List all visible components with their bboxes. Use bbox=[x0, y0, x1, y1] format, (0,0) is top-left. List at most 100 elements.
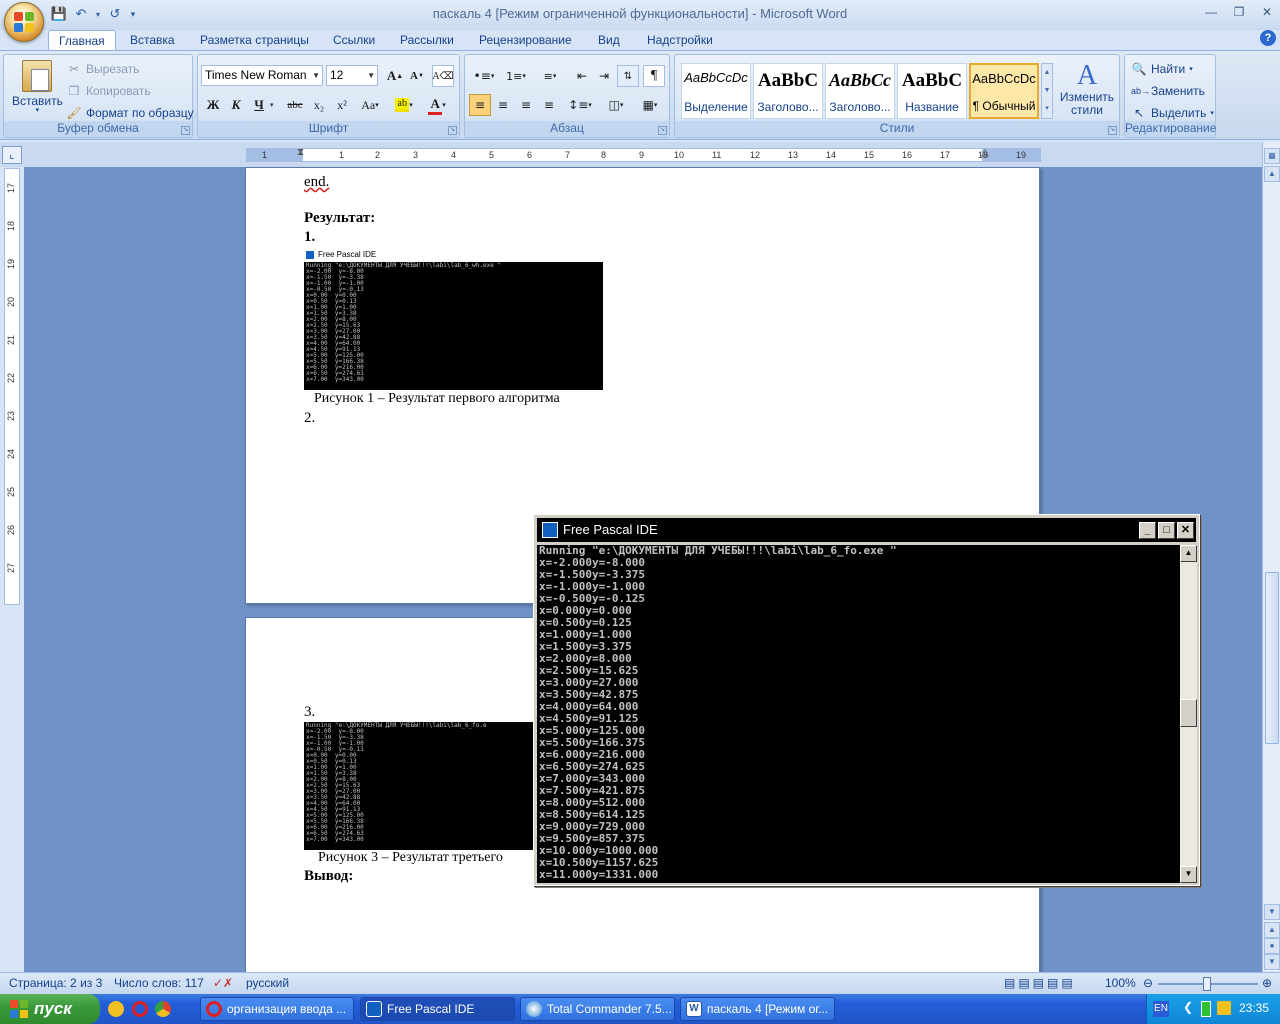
change-styles-button[interactable]: A Изменить стили bbox=[1057, 61, 1117, 117]
paragraph-launcher-icon[interactable]: ↘ bbox=[658, 126, 667, 135]
align-left-button[interactable]: ≡ bbox=[469, 94, 491, 116]
fp-scroll-up-button[interactable]: ▲ bbox=[1180, 545, 1197, 562]
cut-button[interactable]: ✂ Вырезать bbox=[66, 61, 139, 77]
style-title[interactable]: AaBbC Название bbox=[897, 63, 967, 119]
prev-page-button[interactable]: ▲ bbox=[1264, 922, 1280, 938]
tab-home[interactable]: Главная bbox=[48, 30, 116, 51]
word-count[interactable]: Число слов: 117 bbox=[114, 976, 204, 990]
decrease-indent-button[interactable]: ⇤ bbox=[571, 65, 593, 87]
tray-expand-icon[interactable]: ❮ bbox=[1183, 1000, 1193, 1014]
bold-button[interactable]: Ж bbox=[202, 94, 224, 116]
tab-review[interactable]: Рецензирование bbox=[469, 30, 582, 50]
office-button[interactable] bbox=[4, 2, 44, 42]
fp-console[interactable]: Running "e:\ДОКУМЕНТЫ ДЛЯ УЧЕБЫ!!!\labi\… bbox=[537, 545, 1180, 883]
scroll-down-button[interactable]: ▼ bbox=[1264, 904, 1280, 920]
align-right-button[interactable]: ≡ bbox=[515, 94, 537, 116]
font-color-button[interactable]: A ▾ bbox=[422, 94, 452, 116]
zoom-out-icon[interactable]: ⊖ bbox=[1143, 976, 1153, 990]
font-size-combo[interactable]: 12 ▼ bbox=[326, 65, 378, 86]
find-button[interactable]: 🔍 Найти ▾ bbox=[1131, 61, 1193, 77]
fp-scrollbar[interactable]: ▲ ▼ bbox=[1180, 545, 1197, 883]
multilevel-list-button[interactable]: ≡ ▾ bbox=[535, 65, 565, 87]
zoom-slider-thumb[interactable] bbox=[1203, 977, 1211, 991]
fp-maximize-button[interactable]: □ bbox=[1158, 522, 1175, 539]
show-marks-button[interactable]: ¶ bbox=[643, 65, 665, 87]
line-spacing-button[interactable]: ↕≡ ▾ bbox=[565, 94, 595, 116]
underline-button[interactable]: Ч bbox=[248, 94, 270, 116]
zoom-level[interactable]: 100% bbox=[1105, 976, 1136, 990]
select-button[interactable]: ↖ Выделить ▾ bbox=[1131, 105, 1214, 121]
align-center-button[interactable]: ≡ bbox=[492, 94, 514, 116]
tab-addins[interactable]: Надстройки bbox=[637, 30, 723, 50]
copy-button[interactable]: ❐ Копировать bbox=[66, 83, 151, 99]
free-pascal-window[interactable]: Free Pascal IDE _ □ ✕ Running "e:\ДОКУМЕ… bbox=[533, 514, 1200, 886]
task-browser[interactable]: организация ввода ... bbox=[200, 997, 354, 1021]
fp-minimize-button[interactable]: _ bbox=[1139, 522, 1156, 539]
scroll-up-button[interactable]: ▲ bbox=[1264, 166, 1280, 182]
tab-selector[interactable]: ⌞ bbox=[2, 146, 22, 164]
tray-app-icon[interactable] bbox=[1217, 1001, 1231, 1015]
view-buttons-icon[interactable]: ▤▤▤▤▤ bbox=[1004, 976, 1076, 990]
task-total-commander[interactable]: Total Commander 7.5... bbox=[520, 997, 675, 1021]
restore-button[interactable]: ❐ bbox=[1230, 4, 1248, 20]
increase-indent-button[interactable]: ⇥ bbox=[593, 65, 615, 87]
fp-close-button[interactable]: ✕ bbox=[1177, 522, 1194, 539]
tab-mailings[interactable]: Рассылки bbox=[390, 30, 464, 50]
language-indicator[interactable]: русский bbox=[246, 976, 289, 990]
tab-insert[interactable]: Вставка bbox=[120, 30, 185, 50]
highlight-button[interactable]: ab ▾ bbox=[390, 94, 418, 116]
style-emphasis[interactable]: AaBbCcDc Выделение bbox=[681, 63, 751, 119]
sort-button[interactable]: ⇅ bbox=[617, 65, 639, 87]
task-word[interactable]: Wпаскаль 4 [Режим ог... bbox=[680, 997, 835, 1021]
style-heading1[interactable]: AaBbC Заголово... bbox=[753, 63, 823, 119]
document-scrollbar[interactable]: ▦ ▲ ▼ ▲ ● ▼ bbox=[1262, 142, 1280, 972]
screenshot-image-1[interactable]: Free Pascal IDE Running "e:\ДОКУМЕНТЫ ДЛ… bbox=[304, 248, 603, 390]
superscript-button[interactable]: x² bbox=[331, 94, 353, 116]
screenshot-image-3[interactable]: Running "e:\ДОКУМЕНТЫ ДЛЯ УЧЕБЫ!!!\labi\… bbox=[304, 722, 544, 850]
zoom-in-icon[interactable]: ⊕ bbox=[1262, 976, 1272, 990]
language-button[interactable]: EN bbox=[1153, 1001, 1169, 1017]
indent-marker-icon[interactable]: ⧗ bbox=[297, 147, 304, 158]
scroll-thumb[interactable] bbox=[1265, 572, 1279, 744]
italic-button[interactable]: К bbox=[225, 94, 247, 116]
fp-titlebar[interactable]: Free Pascal IDE _ □ ✕ bbox=[537, 518, 1196, 542]
tab-page-layout[interactable]: Разметка страницы bbox=[190, 30, 319, 50]
vertical-ruler[interactable]: 17 18 19 20 21 22 23 24 25 26 27 bbox=[4, 168, 20, 605]
view-ruler-icon[interactable]: ▦ bbox=[1264, 148, 1280, 164]
shading-button[interactable]: ◫ ▾ bbox=[601, 94, 631, 116]
next-page-button[interactable]: ▼ bbox=[1264, 954, 1280, 970]
style-heading2[interactable]: AaBbCc Заголово... bbox=[825, 63, 895, 119]
borders-button[interactable]: ▦ ▾ bbox=[635, 94, 665, 116]
shrink-font-button[interactable]: A ▼ bbox=[406, 65, 428, 87]
proofing-icon[interactable]: ✓✗ bbox=[213, 976, 233, 990]
styles-launcher-icon[interactable]: ↘ bbox=[1108, 126, 1117, 135]
quicklaunch-app-icon[interactable] bbox=[108, 1001, 124, 1017]
tab-references[interactable]: Ссылки bbox=[323, 30, 385, 50]
opera-icon[interactable] bbox=[132, 1001, 148, 1017]
font-name-combo[interactable]: Times New Roman ▼ bbox=[201, 65, 323, 86]
paste-button[interactable]: Вставить ▾ bbox=[12, 60, 63, 114]
replace-button[interactable]: ab→ Заменить bbox=[1131, 83, 1205, 99]
strikethrough-button[interactable]: abc bbox=[284, 94, 306, 116]
numbering-button[interactable]: 1≡ ▾ bbox=[501, 65, 531, 87]
close-button[interactable]: ✕ bbox=[1258, 4, 1276, 20]
clipboard-launcher-icon[interactable]: ↘ bbox=[181, 126, 190, 135]
battery-icon[interactable] bbox=[1201, 1001, 1211, 1017]
browse-object-button[interactable]: ● bbox=[1264, 938, 1280, 954]
styles-scroll[interactable]: ▲ ▼ ▾ bbox=[1041, 63, 1053, 119]
change-case-button[interactable]: Aa ▾ bbox=[356, 94, 384, 116]
subscript-button[interactable]: x₂ bbox=[308, 94, 330, 116]
grow-font-button[interactable]: A ▲ bbox=[384, 65, 406, 87]
font-launcher-icon[interactable]: ↘ bbox=[448, 126, 457, 135]
minimize-button[interactable]: — bbox=[1202, 4, 1220, 20]
clear-formatting-button[interactable]: A⌫ bbox=[432, 65, 454, 87]
fp-scroll-down-button[interactable]: ▼ bbox=[1180, 866, 1197, 883]
tab-view[interactable]: Вид bbox=[588, 30, 630, 50]
help-icon[interactable]: ? bbox=[1260, 30, 1276, 46]
chrome-icon[interactable] bbox=[155, 1001, 171, 1017]
style-normal[interactable]: AaBbCcDc ¶ Обычный bbox=[969, 63, 1039, 119]
chevron-down-icon[interactable]: ▾ bbox=[270, 101, 274, 109]
start-button[interactable]: пуск bbox=[0, 994, 100, 1024]
clock[interactable]: 23:35 bbox=[1239, 1001, 1269, 1015]
justify-button[interactable]: ≡ bbox=[538, 94, 560, 116]
